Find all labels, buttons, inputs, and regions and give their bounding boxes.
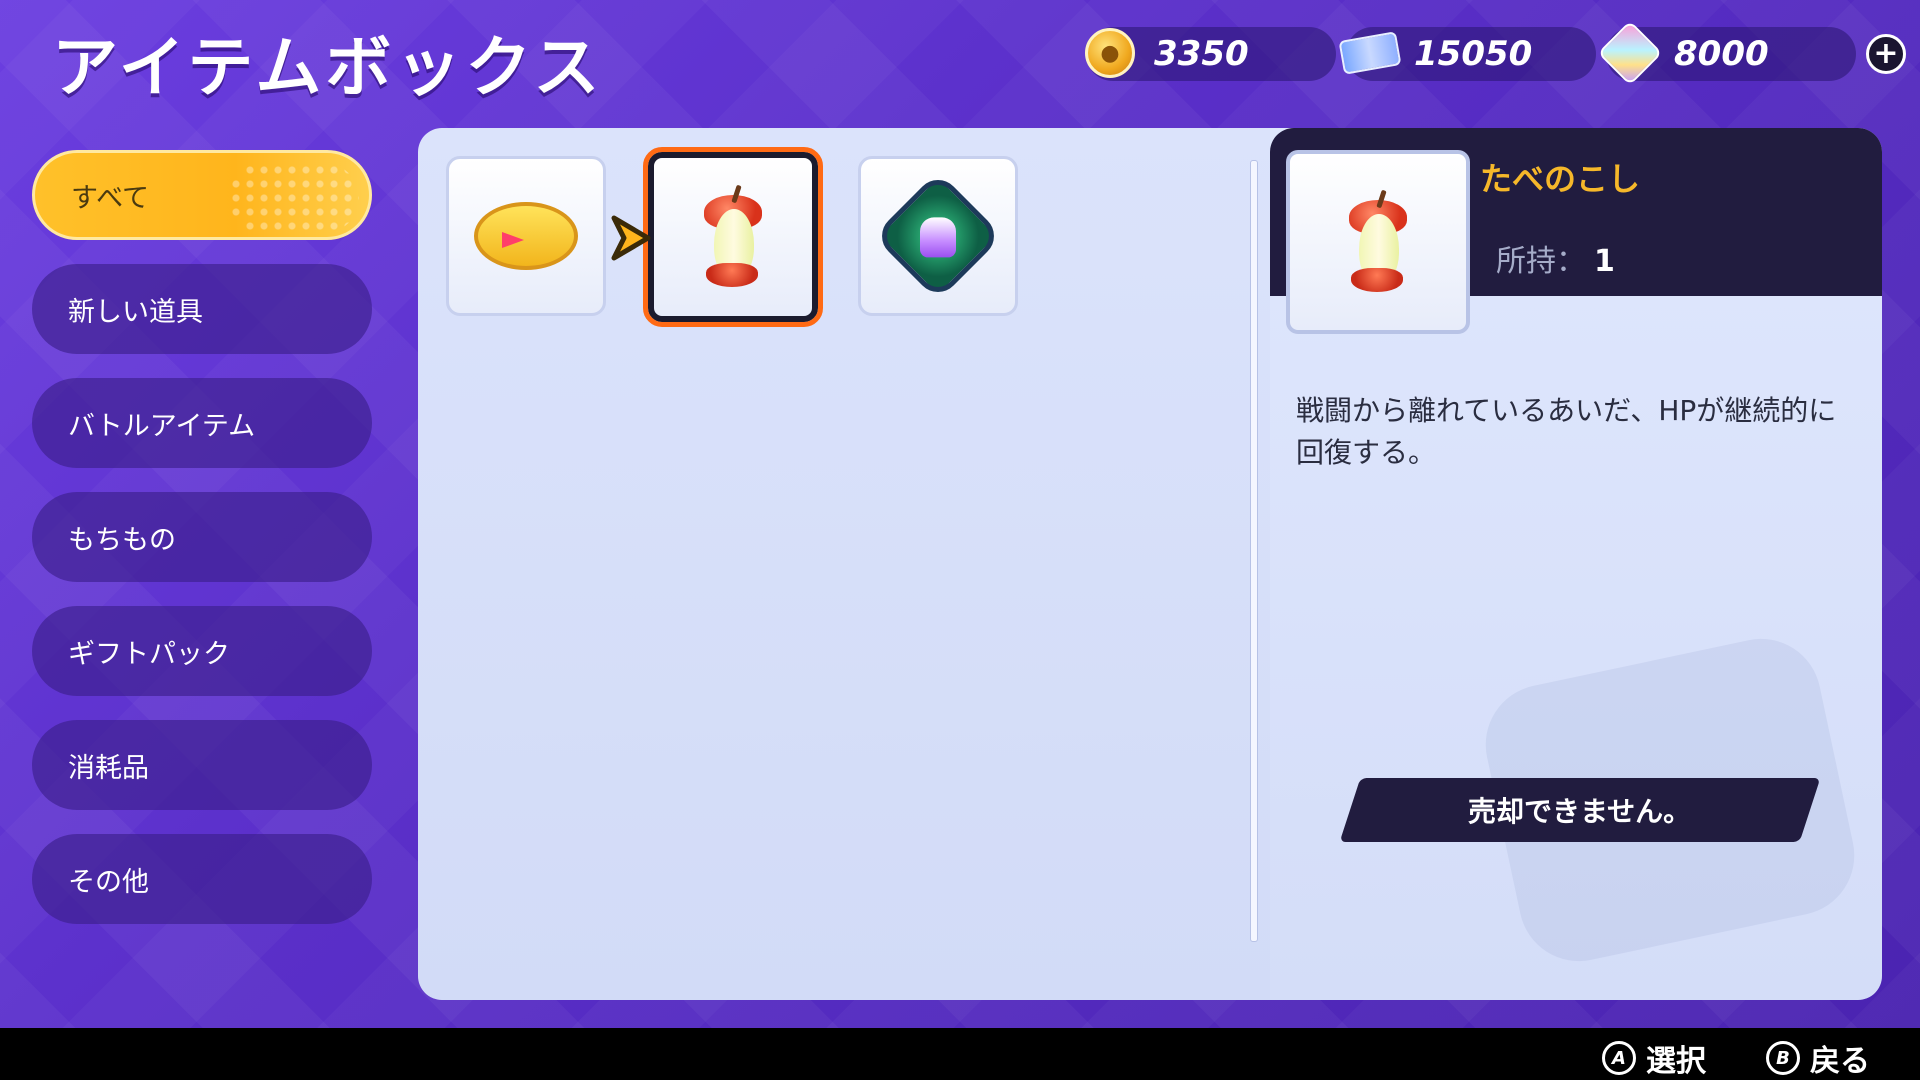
a-button-icon: A: [1602, 1041, 1636, 1075]
category-label: すべて: [71, 182, 150, 214]
ticket-icon: [1338, 23, 1402, 83]
category-other[interactable]: その他: [32, 834, 372, 924]
plus-icon: +: [1873, 36, 1899, 71]
coin-icon: ●: [1080, 23, 1140, 83]
category-new-items[interactable]: 新しい道具: [32, 264, 372, 354]
category-sidebar: すべて 新しい道具 バトルアイテム もちもの ギフトパック 消耗品 その他: [32, 150, 372, 948]
category-held-items[interactable]: もちもの: [32, 492, 372, 582]
category-gift-packs[interactable]: ギフトパック: [32, 606, 372, 696]
category-all[interactable]: すべて: [32, 150, 372, 240]
category-label: 新しい道具: [68, 296, 203, 328]
back-hint-label: 戻る: [1810, 1044, 1870, 1079]
b-button-icon: B: [1766, 1041, 1800, 1075]
ticket-value: 15050: [1414, 34, 1533, 74]
cursor-arrow-icon: [604, 210, 660, 266]
item-detail-image: [1286, 150, 1470, 334]
coin-value: 3350: [1154, 34, 1249, 74]
apple-core-icon: [698, 184, 768, 287]
gem-icon: [1597, 20, 1663, 86]
item-grid-scrollbar[interactable]: [1250, 160, 1258, 942]
back-hint[interactable]: B 戻る: [1766, 1036, 1870, 1080]
ticket-balance: 15050: [1338, 27, 1596, 81]
category-label: バトルアイテム: [68, 410, 256, 442]
sell-button-label: 売却できません。: [1468, 795, 1692, 828]
category-label: もちもの: [68, 524, 176, 556]
gem-value: 8000: [1674, 34, 1769, 74]
emblem-item-icon: [872, 170, 1004, 302]
add-currency-button[interactable]: +: [1866, 34, 1906, 74]
category-consumables[interactable]: 消耗品: [32, 720, 372, 810]
category-label: ギフトパック: [68, 638, 230, 670]
apple-core-icon: [1343, 189, 1413, 292]
page-title: アイテムボックス: [52, 29, 604, 106]
select-hint[interactable]: A 選択: [1602, 1036, 1706, 1080]
owned-label: 所持：: [1496, 244, 1586, 279]
select-hint-label: 選択: [1646, 1044, 1706, 1079]
gem-balance: 8000: [1597, 20, 1856, 86]
sell-button[interactable]: 売却できません。: [1339, 778, 1821, 842]
coin-balance: ● 3350: [1085, 27, 1336, 81]
owned-count: 1: [1594, 244, 1615, 279]
item-slot-emblem[interactable]: [858, 156, 1018, 316]
item-owned: 所持： 1: [1496, 236, 1615, 280]
category-label: その他: [68, 866, 149, 898]
item-description: 戦闘から離れているあいだ、HPが継続的に回復する。: [1296, 394, 1837, 469]
item-slot-ring[interactable]: [446, 156, 606, 316]
item-name: たべのこし: [1480, 160, 1641, 198]
category-label: 消耗品: [68, 752, 149, 784]
item-slot-apple-core[interactable]: [643, 147, 823, 327]
category-battle-items[interactable]: バトルアイテム: [32, 378, 372, 468]
ring-item-icon: [474, 202, 578, 270]
